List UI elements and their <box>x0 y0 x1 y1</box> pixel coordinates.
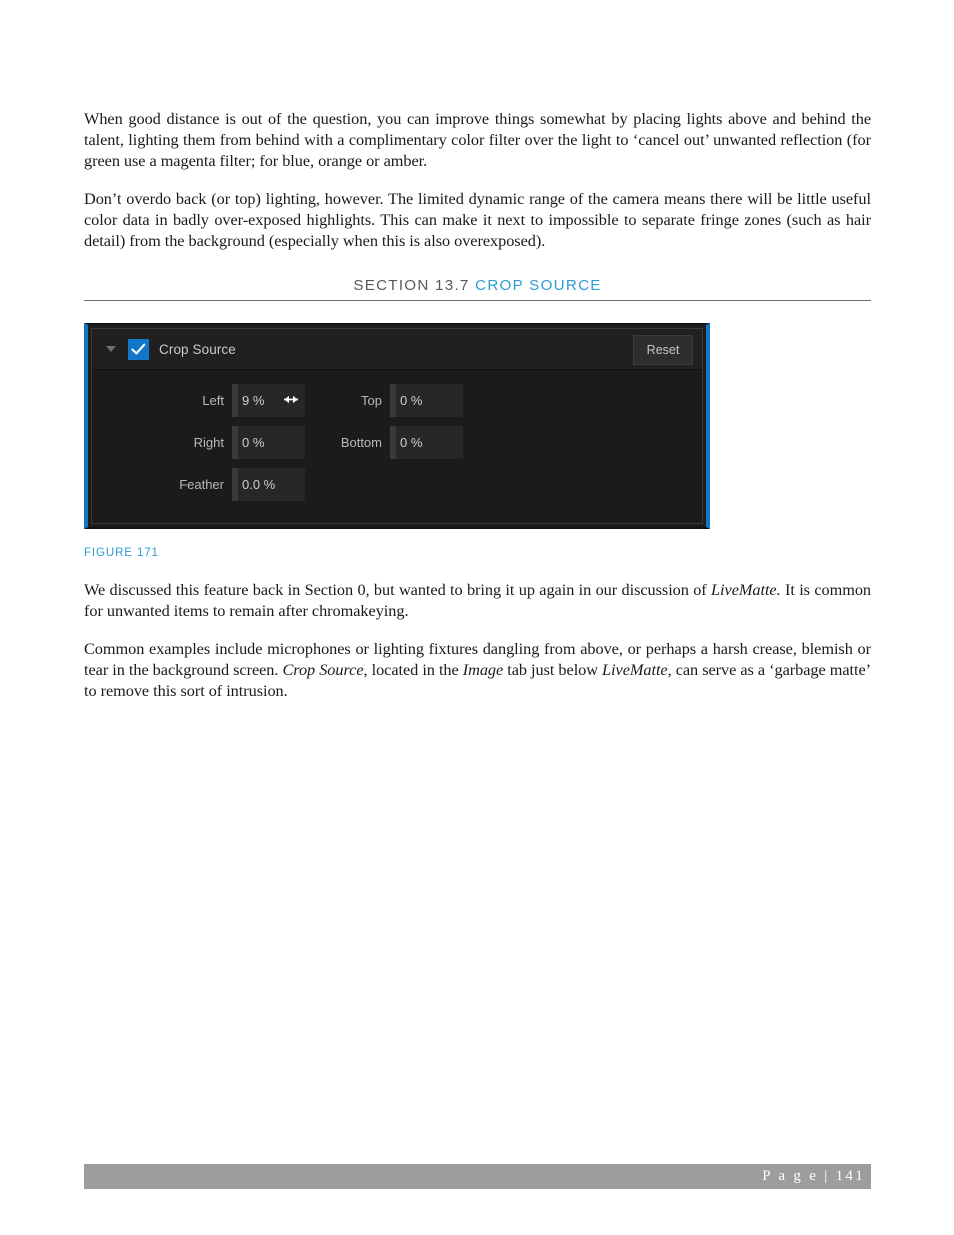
crop-field-right-input[interactable]: 0 % <box>232 426 305 460</box>
document-page: When good distance is out of the questio… <box>0 0 954 1235</box>
crop-field-bottom: Bottom 0 % <box>318 426 463 460</box>
section-heading-block: SECTION 13.7 CROP SOURCE <box>84 277 871 302</box>
crop-source-panel: Crop Source Reset Left 9 % Top 0 % Right… <box>84 323 710 530</box>
horizontal-resize-cursor-icon <box>278 392 304 410</box>
page-footer: P a g e | 141 <box>84 1164 871 1189</box>
crop-field-right-value: 0 % <box>242 435 265 451</box>
crop-source-title: Crop Source <box>159 341 236 357</box>
crop-field-top-label: Top <box>361 393 382 409</box>
crop-field-right-label: Right <box>193 435 224 451</box>
page-content: When good distance is out of the questio… <box>84 108 871 717</box>
crop-field-left-label: Left <box>202 393 224 409</box>
crop-field-top-input[interactable]: 0 % <box>390 384 463 418</box>
section-heading: SECTION 13.7 CROP SOURCE <box>84 277 871 300</box>
crop-field-feather-input[interactable]: 0.0 % <box>232 468 305 502</box>
crop-field-feather-label: Feather <box>179 477 224 493</box>
crop-field-feather-value: 0.0 % <box>242 477 276 493</box>
section-title: CROP SOURCE <box>475 277 602 295</box>
section-divider <box>84 300 871 302</box>
crop-field-left-value: 9 % <box>242 393 265 409</box>
crop-source-checkbox[interactable] <box>128 338 149 360</box>
body-paragraph-1: We discussed this feature back in Sectio… <box>84 580 872 621</box>
figure-171: Crop Source Reset Left 9 % Top 0 % Right… <box>84 323 871 559</box>
crop-field-bottom-value: 0 % <box>400 435 423 451</box>
crop-field-top-value: 0 % <box>400 393 423 409</box>
crop-field-top: Top 0 % <box>318 384 463 418</box>
reset-button[interactable]: Reset <box>633 335 693 366</box>
page-number: P a g e | 141 <box>762 1168 865 1184</box>
crop-source-panel-inner: Crop Source Reset Left 9 % Top 0 % Right… <box>91 328 703 525</box>
intro-paragraph-1: When good distance is out of the questio… <box>84 109 871 171</box>
crop-field-feather: Feather 0.0 % <box>92 468 305 502</box>
crop-field-right: Right 0 % <box>92 426 305 460</box>
figure-caption: FIGURE 171 <box>84 547 159 560</box>
crop-source-header: Crop Source Reset <box>92 329 702 371</box>
chevron-down-icon[interactable] <box>106 346 116 353</box>
body-paragraph-2: Common examples include microphones or l… <box>84 638 872 701</box>
section-number: SECTION 13.7 <box>353 277 470 295</box>
crop-source-body: Left 9 % Top 0 % Right 0 % Bottom 0 % Fe… <box>92 370 702 524</box>
crop-field-bottom-input[interactable]: 0 % <box>390 426 463 460</box>
intro-paragraph-2: Don’t overdo back (or top) lighting, how… <box>84 188 871 251</box>
crop-field-row-3: Feather 0.0 % <box>92 468 702 502</box>
crop-field-row-1: Left 9 % Top 0 % <box>92 384 702 418</box>
crop-field-left-input[interactable]: 9 % <box>232 384 305 418</box>
check-icon <box>131 343 146 355</box>
crop-field-row-2: Right 0 % Bottom 0 % <box>92 426 702 460</box>
crop-field-bottom-label: Bottom <box>340 435 382 451</box>
crop-field-left: Left 9 % <box>92 384 305 418</box>
